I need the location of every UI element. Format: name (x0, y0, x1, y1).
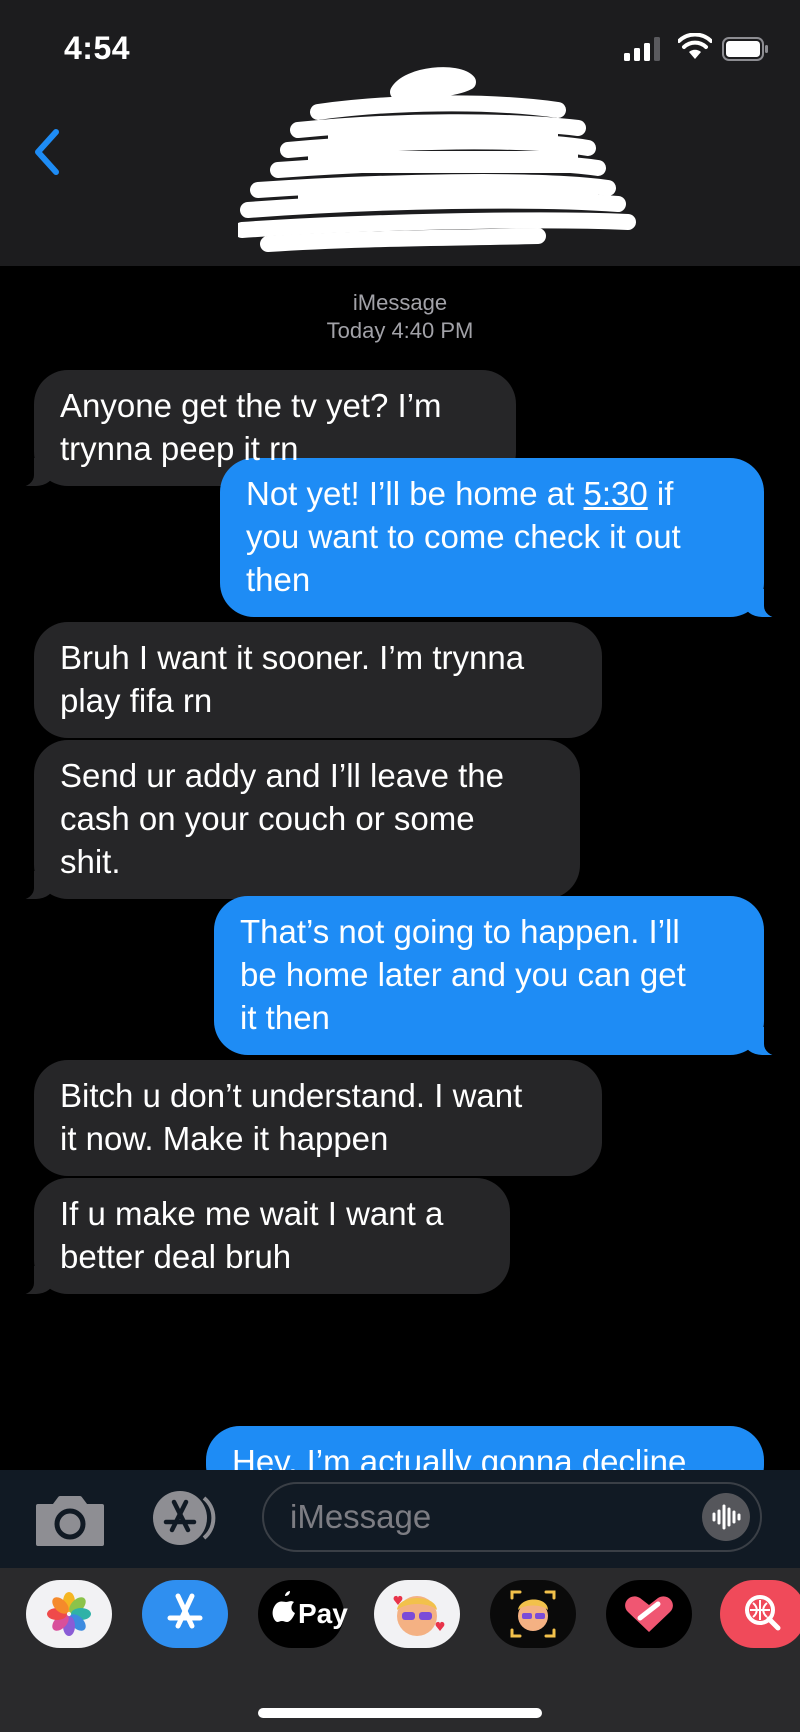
memoji-stickers-icon (393, 1595, 445, 1636)
message-line: it then (240, 999, 330, 1036)
photos-app-button[interactable] (26, 1580, 112, 1648)
thread-timestamp: Today 4:40 PM (326, 318, 474, 343)
back-chevron-icon[interactable] (28, 124, 68, 180)
redacted-contact-scribble (238, 67, 636, 252)
message-text-suffix: if (647, 475, 674, 512)
message-line: trynna peep it rn (60, 430, 299, 467)
message-input[interactable] (290, 1484, 670, 1550)
incoming-message[interactable]: If u make me wait I want a better deal b… (12, 1178, 510, 1295)
message-line: Bruh I want it sooner. I’m trynna (60, 639, 525, 676)
cellular-signal-icon (624, 37, 660, 61)
incoming-message[interactable]: Bruh I want it sooner. I’m trynna play f… (34, 622, 602, 738)
wifi-icon (678, 33, 712, 59)
conversation-header: 4:54 (0, 0, 800, 266)
message-line: Anyone get the tv yet? I’m (60, 387, 442, 424)
camera-icon[interactable] (34, 1492, 106, 1548)
animoji-app-button[interactable] (490, 1580, 576, 1648)
message-line: That’s not going to happen. I’ll (240, 913, 680, 950)
outgoing-message[interactable]: Hey, I’m actually gonna decline (206, 1426, 764, 1470)
photos-icon (47, 1592, 91, 1636)
animoji-icon (510, 1590, 556, 1638)
battery-icon (722, 37, 768, 61)
incoming-message[interactable]: Send ur addy and I’ll leave the cash on … (12, 740, 580, 900)
incoming-message[interactable]: Bitch u don’t understand. I want it now.… (34, 1060, 602, 1176)
time-link[interactable]: 5:30 (584, 475, 648, 512)
message-line: you want to come check it out (246, 518, 681, 555)
waveform-icon (712, 1504, 741, 1530)
message-line: better deal bruh (60, 1238, 292, 1275)
message-line: it now. Make it happen (60, 1120, 389, 1157)
outgoing-message[interactable]: That’s not going to happen. I’ll be home… (214, 896, 786, 1056)
image-search-icon (745, 1595, 781, 1631)
apple-pay-app-button[interactable]: Pay (258, 1580, 348, 1648)
outgoing-message[interactable]: Not yet! I’ll be home at 5:30 if you wan… (220, 458, 786, 618)
message-line: Hey, I’m actually gonna decline (232, 1443, 687, 1470)
status-time: 4:54 (64, 30, 131, 66)
digital-touch-app-button[interactable] (606, 1580, 692, 1648)
message-field[interactable] (262, 1482, 762, 1552)
imessage-app-drawer: Pay (0, 1568, 800, 1732)
message-line: be home later and you can get (240, 956, 686, 993)
message-line: shit. (60, 843, 121, 880)
message-line: play fifa rn (60, 682, 213, 719)
message-thread[interactable]: iMessage Today 4:40 PM Anyone get the tv… (0, 266, 800, 1470)
service-label: iMessage (352, 290, 448, 315)
message-line: cash on your couch or some (60, 800, 475, 837)
app-store-icon (167, 1593, 203, 1629)
message-input-bar (0, 1470, 800, 1568)
audio-message-button[interactable] (702, 1493, 750, 1541)
message-text-prefix: Not yet! I’ll be home at (246, 475, 584, 512)
app-store-app-button[interactable] (142, 1580, 228, 1648)
app-store-apps-icon[interactable] (148, 1488, 224, 1548)
message-line: If u make me wait I want a (60, 1195, 444, 1232)
message-line: Send ur addy and I’ll leave the (60, 757, 504, 794)
message-line: then (246, 561, 311, 598)
message-line: Bitch u don’t understand. I want (60, 1077, 523, 1114)
memoji-stickers-app-button[interactable] (374, 1580, 460, 1648)
digital-touch-icon (625, 1596, 673, 1632)
apple-pay-label: Pay (298, 1598, 348, 1629)
home-indicator[interactable] (258, 1708, 542, 1718)
image-search-app-button[interactable] (720, 1580, 800, 1648)
